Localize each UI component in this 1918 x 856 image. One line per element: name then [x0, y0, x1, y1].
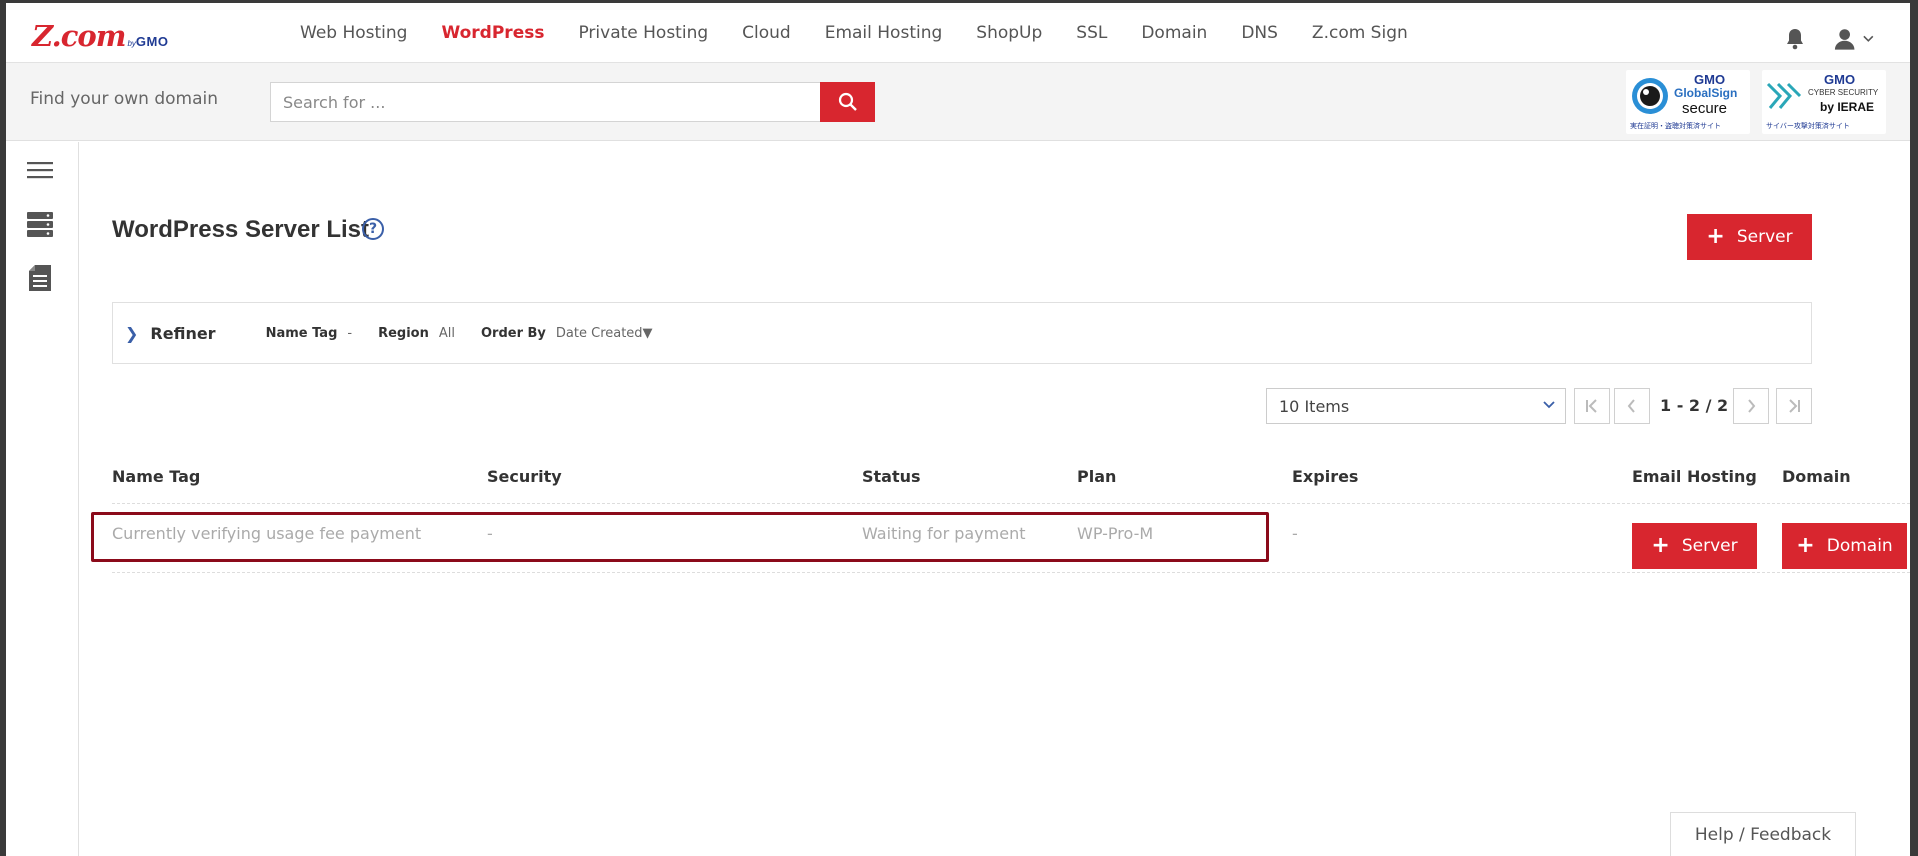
domain-search-bar: Find your own domain GMO GlobalSign secu…: [6, 63, 1910, 141]
prev-page-button[interactable]: [1614, 388, 1650, 424]
row-add-domain-label: Domain: [1826, 536, 1893, 556]
add-server-label: Server: [1736, 227, 1793, 247]
nav-zcom-sign[interactable]: Z.com Sign: [1312, 23, 1408, 43]
filter-name-tag-key: Name Tag: [265, 325, 338, 341]
col-header-email-hosting: Email Hosting: [1632, 467, 1757, 486]
gs-footer: 実在証明・盗聴対策済サイト: [1630, 122, 1721, 130]
plus-icon: +: [1706, 224, 1725, 249]
row-add-domain-button[interactable]: + Domain: [1782, 523, 1907, 569]
table-divider: [112, 572, 1910, 573]
refiner-title[interactable]: Refiner: [150, 324, 215, 343]
col-header-domain: Domain: [1782, 467, 1851, 486]
nav-dns[interactable]: DNS: [1241, 23, 1278, 43]
nav-web-hosting[interactable]: Web Hosting: [300, 23, 407, 43]
nav-email-hosting[interactable]: Email Hosting: [825, 23, 943, 43]
globalsign-secure-badge[interactable]: GMO GlobalSign secure 実在証明・盗聴対策済サイト: [1626, 70, 1750, 134]
menu-icon[interactable]: [26, 156, 54, 184]
nav-wordpress[interactable]: WordPress: [441, 23, 544, 43]
col-header-plan: Plan: [1077, 467, 1117, 486]
chevron-down-icon: [1543, 401, 1555, 409]
find-domain-label: Find your own domain: [30, 89, 219, 109]
ierae-logo-icon: [1766, 82, 1802, 109]
plus-icon: +: [1651, 533, 1670, 558]
first-page-button[interactable]: [1574, 388, 1610, 424]
cell-expires: -: [1292, 524, 1298, 543]
nav-shopup[interactable]: ShopUp: [976, 23, 1042, 43]
filter-order-by-key: Order By: [481, 325, 546, 341]
col-header-expires: Expires: [1292, 467, 1359, 486]
nav-private-hosting[interactable]: Private Hosting: [578, 23, 708, 43]
chevron-right-icon[interactable]: ❯: [125, 324, 138, 343]
row-highlight-box: [91, 512, 1269, 562]
first-page-icon: [1586, 399, 1597, 413]
nav-cloud[interactable]: Cloud: [742, 23, 791, 43]
cs-footer: サイバー攻撃対策済サイト: [1766, 122, 1850, 130]
last-page-button[interactable]: [1776, 388, 1812, 424]
main-nav: Web Hosting WordPress Private Hosting Cl…: [300, 3, 1442, 63]
col-header-security: Security: [487, 467, 562, 486]
add-server-button[interactable]: + Server: [1687, 214, 1812, 260]
col-header-name-tag: Name Tag: [112, 467, 201, 486]
top-nav: Z.com by GMO Web Hosting WordPress Priva…: [6, 3, 1910, 63]
cyber-security-badge[interactable]: GMO CYBER SECURITY by IERAE サイバー攻撃対策済サイト: [1762, 70, 1886, 134]
logo-gmo: GMO: [135, 34, 169, 49]
plus-icon: +: [1796, 533, 1815, 558]
logo-main: Z.com: [32, 19, 126, 53]
nav-ssl[interactable]: SSL: [1076, 23, 1107, 43]
gs-line1: GlobalSign: [1674, 86, 1738, 100]
bell-icon[interactable]: [1784, 27, 1806, 51]
search-button[interactable]: [820, 82, 875, 122]
nav-domain[interactable]: Domain: [1141, 23, 1207, 43]
filter-region-value: All: [438, 325, 455, 341]
last-page-icon: [1789, 399, 1800, 413]
user-icon: [1834, 29, 1855, 50]
domain-search-input[interactable]: [270, 82, 826, 122]
filter-region-key: Region: [378, 325, 429, 341]
user-menu[interactable]: [1834, 25, 1874, 53]
page-range: 1 - 2 / 2: [1660, 396, 1729, 415]
main-content: WordPress Server List ? + Server ❯ Refin…: [80, 142, 1910, 856]
chevron-left-icon: [1627, 399, 1635, 413]
col-header-status: Status: [862, 467, 921, 486]
row-add-server-button[interactable]: + Server: [1632, 523, 1757, 569]
cs-line2: by IERAE: [1820, 100, 1875, 114]
table-divider: [112, 503, 1910, 504]
refiner-panel: ❯ Refiner Name Tag - Region All Order By…: [112, 302, 1812, 364]
logo-by: by: [127, 39, 136, 48]
eye-icon: [1632, 78, 1668, 114]
row-add-server-label: Server: [1681, 536, 1738, 556]
next-page-button[interactable]: [1733, 388, 1769, 424]
gs-gmo: GMO: [1694, 72, 1726, 87]
items-per-page-select[interactable]: 10 Items: [1266, 388, 1566, 424]
filter-name-tag-value: -: [347, 325, 353, 341]
cs-line1: CYBER SECURITY: [1808, 88, 1879, 97]
help-icon[interactable]: ?: [362, 218, 384, 240]
server-icon[interactable]: [26, 210, 54, 238]
help-feedback-button[interactable]: Help / Feedback: [1670, 812, 1856, 856]
chevron-down-icon: [1863, 35, 1874, 42]
cs-gmo: GMO: [1824, 72, 1856, 87]
filter-order-by-value[interactable]: Date Created▼: [556, 326, 653, 341]
chevron-right-icon: [1748, 399, 1756, 413]
zcom-logo[interactable]: Z.com by GMO: [32, 19, 169, 53]
items-per-page-value: 10 Items: [1279, 396, 1350, 416]
gs-line2: secure: [1682, 100, 1728, 117]
search-icon: [838, 92, 857, 111]
document-icon[interactable]: [26, 264, 54, 292]
page-title: WordPress Server List: [112, 216, 370, 243]
left-sidebar: [6, 142, 79, 856]
